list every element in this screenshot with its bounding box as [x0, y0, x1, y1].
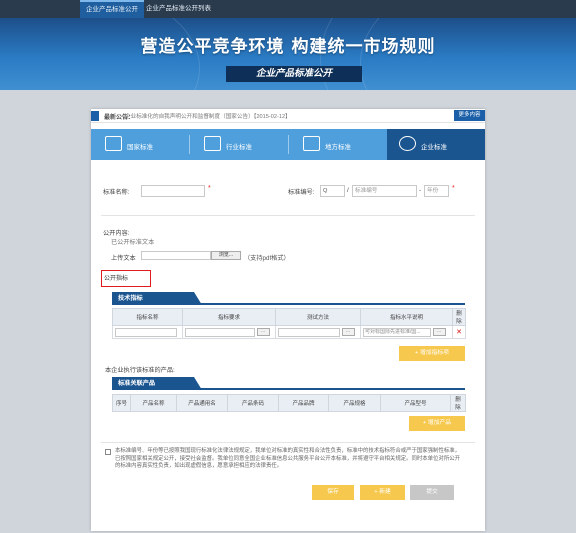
table-cell: 可对标国际先进标准/国... ...: [360, 325, 453, 339]
format-hint: （支持pdf格式）: [244, 255, 290, 262]
std-no-input[interactable]: 标准编号: [352, 185, 417, 197]
tab-label: 企业标准: [421, 144, 447, 151]
tab-national-standard[interactable]: 国家标准: [91, 129, 190, 160]
browse-button[interactable]: 浏览...: [211, 251, 241, 260]
notice-link[interactable]: 企业标准化的自我声明公开和监督制度（国家公告）【2015-02-12】: [125, 112, 291, 120]
tab-enterprise-standards[interactable]: 企业产品标准公开: [80, 0, 144, 18]
more-button[interactable]: ...: [341, 328, 355, 336]
std-name-label: 标准名称:: [103, 189, 130, 196]
product-table: 序号 产品名称 产品通用名 产品条码 产品品牌 产品规格 产品型号 删除: [112, 394, 466, 412]
save-button[interactable]: 保存: [312, 485, 354, 500]
divider: [101, 442, 475, 443]
year-input[interactable]: 年份: [424, 185, 449, 197]
column-header: 产品型号: [380, 394, 451, 412]
main-panel: 最新公告： 企业标准化的自我声明公开和监督制度（国家公告）【2015-02-12…: [91, 109, 485, 531]
column-header: 删除: [452, 308, 466, 326]
tab-industry-standard[interactable]: 行业标准: [190, 129, 289, 160]
more-button[interactable]: ...: [432, 328, 446, 336]
tab-label: 地方标准: [325, 144, 351, 151]
column-header: 指标名称: [112, 308, 183, 326]
enterprise-icon: [399, 136, 416, 151]
file-input[interactable]: [141, 251, 211, 260]
section-rule: [112, 303, 465, 305]
required-mark: *: [452, 185, 455, 192]
table-cell: ...: [275, 325, 361, 339]
std-text-label: 已公开标准文本: [111, 239, 155, 246]
required-mark: *: [208, 185, 211, 192]
delete-icon[interactable]: ✕: [456, 329, 462, 336]
column-header: 产品品牌: [278, 394, 329, 412]
test-method-input[interactable]: [278, 327, 340, 337]
table-cell: [112, 325, 183, 339]
column-header: 产品规格: [328, 394, 381, 412]
table-header-row: 指标名称 指标要求 测试方法 指标水平说明 删除: [112, 308, 466, 326]
std-no-label: 标准编号:: [288, 189, 315, 196]
tab-enterprise-standard[interactable]: 企业标准: [387, 129, 485, 160]
add-product-button[interactable]: + 增加产品: [409, 416, 465, 431]
column-header: 序号: [112, 394, 131, 412]
divider: [101, 215, 475, 216]
book-icon: [105, 136, 122, 151]
new-button[interactable]: + 新建: [360, 485, 405, 500]
indicator-name-input[interactable]: [115, 327, 177, 337]
header-banner: 营造公平竞争环境 构建统一市场规则 企业产品标准公开: [0, 18, 576, 90]
tab-local-standard[interactable]: 地方标准: [289, 129, 387, 160]
indicator-level-input[interactable]: 可对标国际先进标准/国...: [363, 327, 431, 337]
column-header: 产品名称: [130, 394, 177, 412]
disclaimer-text: 本标准编号、年份等已按照我国现行标准化法律法规规定，我单位对标准的真实性和合法性…: [115, 448, 461, 469]
top-nav: 企业产品标准公开 企业产品标准公开列表: [0, 0, 576, 18]
table-cell: ✕: [452, 325, 466, 339]
std-name-input[interactable]: [141, 185, 205, 197]
table-header-row: 序号 产品名称 产品通用名 产品条码 产品品牌 产品规格 产品型号 删除: [112, 394, 466, 412]
slash-separator: /: [347, 187, 349, 194]
column-header: 产品通用名: [176, 394, 228, 412]
tab-enterprise-standards-list[interactable]: 企业产品标准公开列表: [140, 0, 217, 18]
column-header: 指标水平说明: [360, 308, 453, 326]
category-tabs: 国家标准 行业标准 地方标准 企业标准: [91, 129, 485, 160]
indicator-req-input[interactable]: [185, 327, 255, 337]
notice-bar: 最新公告： 企业标准化的自我声明公开和监督制度（国家公告）【2015-02-12…: [91, 109, 485, 123]
submit-button[interactable]: 提交: [410, 485, 454, 500]
banner-title: 营造公平竞争环境 构建统一市场规则: [140, 37, 436, 57]
public-content-label: 公开内容:: [103, 230, 130, 237]
tech-indicator-table: 指标名称 指标要求 测试方法 指标水平说明 删除 ... ... 可对标国际先进…: [112, 308, 466, 339]
column-header: 指标要求: [182, 308, 276, 326]
disclose-indicator-option[interactable]: 公开指标: [101, 270, 151, 287]
tab-label: 国家标准: [127, 144, 153, 151]
add-indicator-button[interactable]: + 增加指标项: [399, 346, 465, 361]
speaker-icon: [91, 111, 99, 121]
table-row: ... ... 可对标国际先进标准/国... ... ✕: [112, 325, 466, 339]
document-icon: [303, 136, 320, 151]
std-no-prefix-input[interactable]: Q: [320, 185, 345, 197]
column-header: 测试方法: [275, 308, 361, 326]
more-button[interactable]: ...: [256, 328, 270, 336]
more-button[interactable]: 更多内容: [454, 110, 485, 121]
banner-subtitle: 企业产品标准公开: [226, 66, 362, 82]
column-header: 删除: [450, 394, 466, 412]
table-cell: ...: [182, 325, 276, 339]
section-rule: [112, 388, 465, 390]
tab-label: 行业标准: [226, 144, 252, 151]
disclose-indicator-label: 公开指标: [104, 276, 129, 282]
products-intro: 本企业执行该标准的产品:: [105, 367, 175, 374]
column-header: 产品条码: [227, 394, 279, 412]
dash-separator: -: [419, 187, 422, 194]
briefcase-icon: [204, 136, 221, 151]
agree-checkbox[interactable]: [105, 449, 111, 455]
upload-label: 上传文本: [111, 255, 136, 262]
